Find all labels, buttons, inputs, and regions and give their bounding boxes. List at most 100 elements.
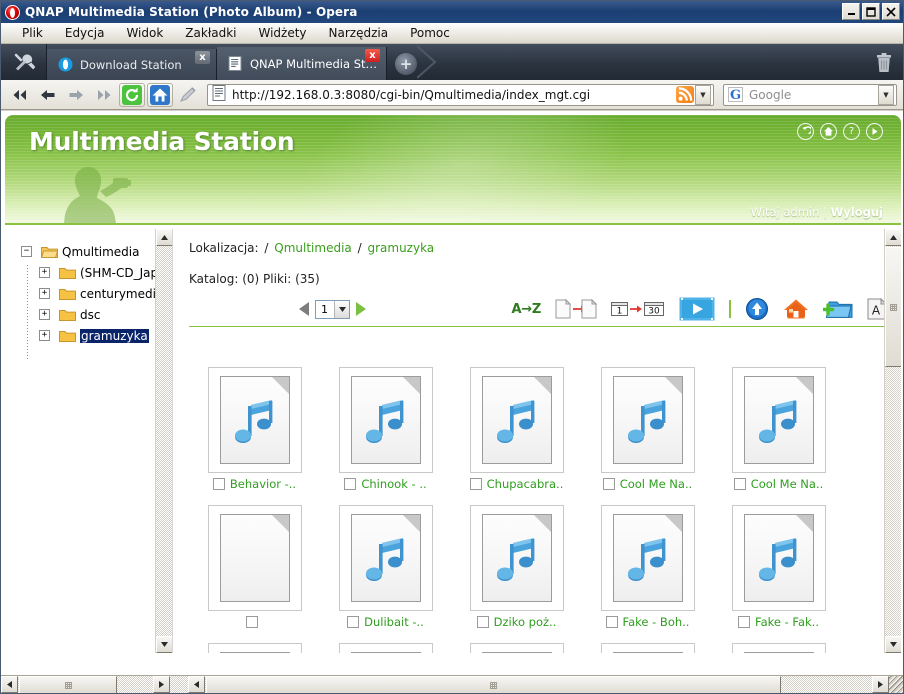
url-dropdown-icon[interactable]: ▼ [695, 84, 711, 105]
search-input[interactable]: G Google ▼ [723, 83, 897, 106]
file-checkbox[interactable] [476, 616, 489, 628]
menu-item-plik[interactable]: Plik [11, 24, 54, 42]
file-thumbnail[interactable] [600, 367, 695, 473]
chevron-down-icon[interactable] [334, 300, 349, 318]
file-thumbnail[interactable] [338, 367, 433, 473]
file-item[interactable]: Behavior -.. [189, 367, 320, 492]
tab-close-icon[interactable]: x [365, 49, 380, 62]
file-item[interactable]: Cool Me Na.. [582, 367, 713, 492]
home-icon[interactable] [147, 82, 173, 107]
scroll-left-button[interactable] [1, 676, 18, 693]
file-thumbnail[interactable] [338, 505, 433, 611]
expand-icon[interactable]: + [39, 288, 50, 299]
page-select[interactable]: 1 [315, 299, 350, 319]
expand-icon[interactable]: + [39, 267, 50, 278]
tree-node-centurymedia[interactable]: + centurymedia [21, 283, 172, 304]
scroll-thumb[interactable] [885, 247, 901, 367]
forward-button[interactable] [63, 83, 89, 107]
scroll-thumb[interactable] [19, 676, 117, 693]
back-button[interactable] [35, 83, 61, 107]
file-item[interactable]: Dziko poż.. [451, 505, 582, 630]
collapse-icon[interactable]: − [21, 246, 32, 257]
content-vertical-scrollbar[interactable] [884, 229, 901, 653]
tab-download-station[interactable]: Download Station x [47, 49, 217, 80]
menu-item-widzety[interactable]: Widżety [247, 24, 317, 42]
file-thumbnail[interactable] [207, 505, 302, 611]
file-thumbnail[interactable] [731, 505, 826, 611]
new-folder-button[interactable] [823, 296, 853, 322]
file-item[interactable] [320, 643, 451, 653]
file-item[interactable]: Cool Me Na.. [713, 367, 844, 492]
menu-item-widok[interactable]: Widok [115, 24, 174, 42]
upload-button[interactable] [745, 296, 769, 322]
rewind-button[interactable] [7, 83, 33, 107]
expand-icon[interactable]: + [39, 330, 50, 341]
tab-close-icon[interactable]: x [195, 51, 210, 64]
menu-item-narzedzia[interactable]: Narzędzia [318, 24, 400, 42]
fast-forward-button[interactable] [91, 83, 117, 107]
file-thumbnail[interactable] [600, 643, 695, 653]
next-page-button[interactable] [356, 302, 366, 316]
file-item[interactable]: Frisbee - .. [189, 643, 320, 653]
home-icon[interactable] [820, 123, 837, 140]
file-thumbnail[interactable] [600, 505, 695, 611]
file-thumbnail[interactable] [731, 643, 826, 653]
rss-feed-icon[interactable] [676, 86, 694, 103]
file-checkbox[interactable] [605, 616, 618, 628]
scroll-down-button[interactable] [156, 636, 172, 653]
scroll-down-button[interactable] [885, 636, 901, 653]
home-button[interactable] [783, 296, 809, 322]
tab-qnap-multimedia-station[interactable]: QNAP Multimedia Statio... x [217, 47, 387, 80]
previous-page-button[interactable] [299, 302, 309, 316]
close-button[interactable] [882, 3, 900, 20]
breadcrumb-item-qmultimedia[interactable]: Qmultimedia [274, 241, 352, 255]
url-input[interactable]: http://192.168.0.3:8080/cgi-bin/Qmultime… [207, 83, 714, 106]
slideshow-button[interactable] [679, 296, 715, 322]
scroll-up-button[interactable] [156, 229, 172, 246]
tree-horizontal-scrollbar[interactable] [1, 676, 188, 693]
scroll-right-button[interactable] [872, 676, 889, 693]
menu-item-pomoc[interactable]: Pomoc [399, 24, 461, 42]
file-checkbox[interactable] [733, 478, 746, 490]
tree-node-shm-cd-japanese[interactable]: + (SHM-CD_Japanese [21, 262, 172, 283]
file-item[interactable] [582, 643, 713, 653]
breadcrumb-item-gramuzyka[interactable]: gramuzyka [367, 241, 434, 255]
file-thumbnail[interactable] [469, 367, 564, 473]
search-dropdown-icon[interactable]: ▼ [878, 84, 894, 105]
file-thumbnail[interactable] [731, 367, 826, 473]
scroll-up-button[interactable] [885, 229, 901, 246]
tree-node-gramuzyka[interactable]: + gramuzyka [21, 325, 172, 346]
file-item[interactable]: Fake - Boh.. [582, 505, 713, 630]
minimize-button[interactable] [842, 3, 860, 20]
tree-node-dsc[interactable]: + dsc [21, 304, 172, 325]
page-to-page-button[interactable] [555, 296, 597, 322]
tools-menu-button[interactable] [1, 44, 47, 80]
maximize-button[interactable] [862, 3, 880, 20]
file-thumbnail[interactable] [207, 367, 302, 473]
file-item[interactable] [189, 505, 320, 630]
new-tab-button[interactable]: + [395, 53, 417, 75]
reload-icon[interactable] [119, 82, 145, 107]
page-horizontal-scrollbar[interactable] [188, 676, 889, 693]
file-item[interactable]: Dulibait -.. [320, 505, 451, 630]
file-thumbnail[interactable] [469, 505, 564, 611]
file-item[interactable]: Chupacabra.. [451, 367, 582, 492]
file-checkbox[interactable] [469, 478, 482, 490]
file-thumbnail[interactable] [338, 643, 433, 653]
file-checkbox[interactable] [602, 478, 615, 490]
tree-vertical-scrollbar[interactable] [155, 229, 172, 653]
file-checkbox[interactable] [344, 478, 357, 490]
help-icon[interactable]: ? [843, 123, 860, 140]
trash-icon[interactable] [875, 53, 893, 73]
file-thumbnail[interactable] [469, 643, 564, 653]
sort-az-button[interactable]: A→Z [512, 296, 542, 322]
file-item[interactable] [713, 643, 844, 653]
items-per-page-button[interactable]: 1 30 [611, 296, 665, 322]
file-checkbox[interactable] [347, 616, 360, 628]
window-resize-grip[interactable] [889, 676, 903, 693]
menu-item-zakladki[interactable]: Zakładki [174, 24, 247, 42]
tree-node-qmultimedia[interactable]: − Qmultimedia [21, 241, 172, 262]
play-icon[interactable] [866, 123, 883, 140]
menu-item-edycja[interactable]: Edycja [54, 24, 116, 42]
undo-icon[interactable] [797, 123, 814, 140]
